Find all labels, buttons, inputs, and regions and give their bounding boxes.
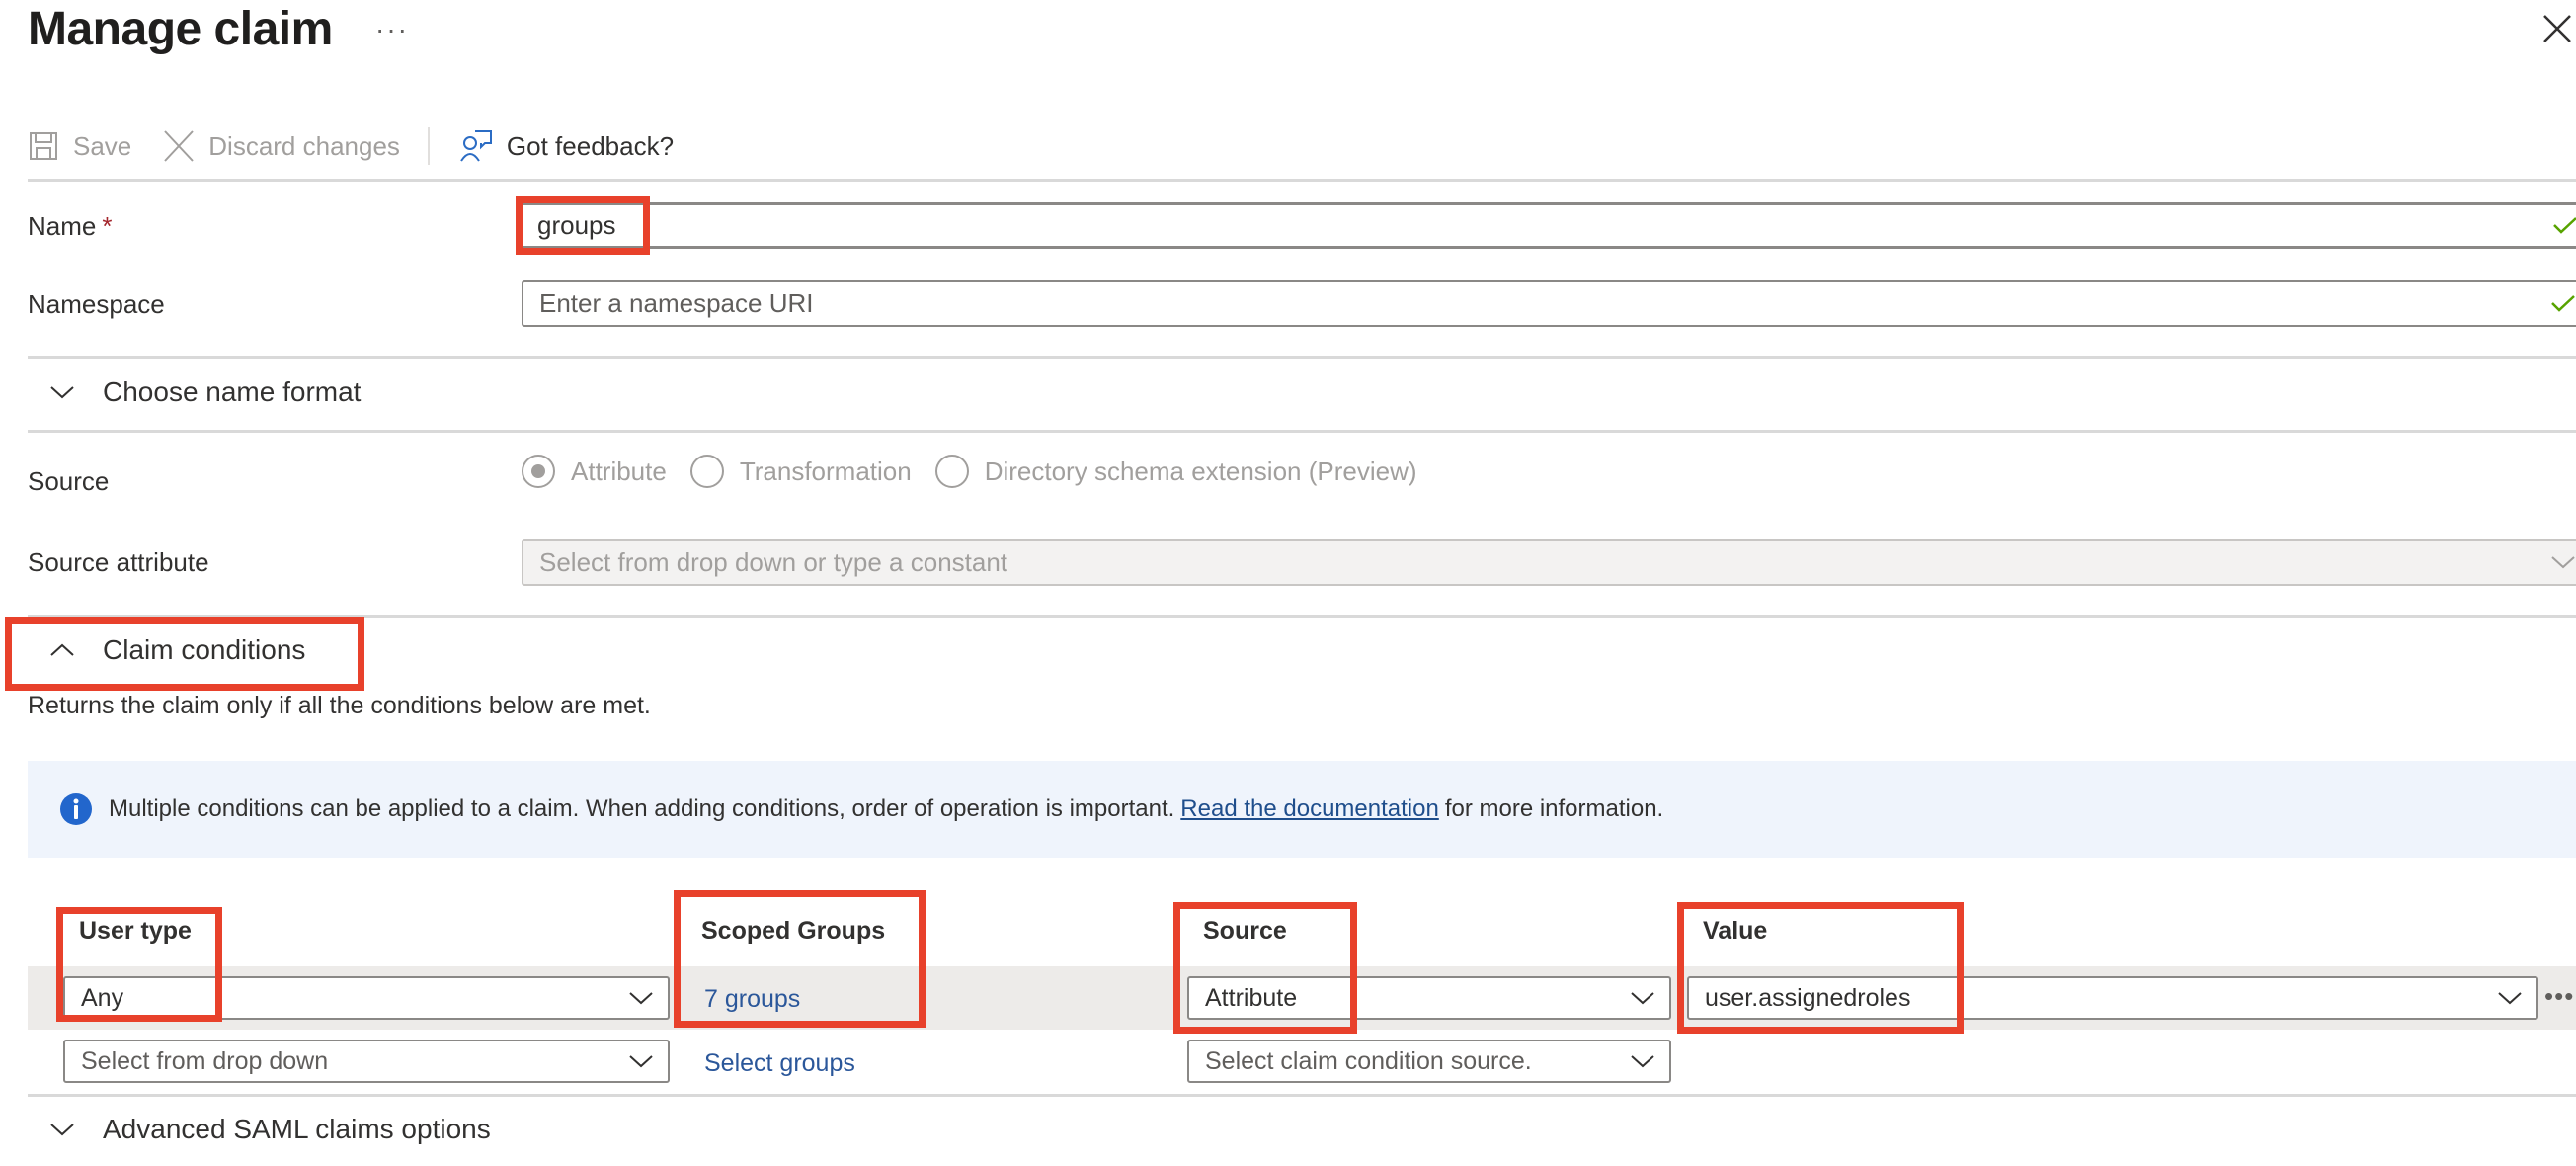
- column-header-user-type: User type: [79, 917, 192, 945]
- condition-value-dropdown[interactable]: user.assignedroles: [1687, 976, 2538, 1020]
- radio-unchecked-icon: [689, 455, 724, 488]
- chevron-down-icon: [629, 992, 653, 1005]
- discard-label: Discard changes: [208, 130, 400, 161]
- condition-source-placeholder: Select claim condition source.: [1205, 1046, 1532, 1075]
- select-groups-link[interactable]: Select groups: [704, 1049, 855, 1078]
- valid-check-icon: [2553, 217, 2576, 234]
- feedback-button[interactable]: Got feedback?: [459, 129, 674, 163]
- info-text-after: for more information.: [1444, 795, 1664, 822]
- namespace-placeholder: Enter a namespace URI: [539, 288, 814, 318]
- user-type-dropdown-new[interactable]: Select from drop down: [63, 1040, 670, 1083]
- radio-directory-schema-extension[interactable]: Directory schema extension (Preview): [934, 455, 1417, 488]
- radio-attribute[interactable]: Attribute: [522, 455, 667, 488]
- scoped-groups-link[interactable]: 7 groups: [704, 985, 800, 1014]
- chevron-down-icon: [50, 386, 74, 399]
- claim-conditions-description: Returns the claim only if all the condit…: [28, 692, 651, 719]
- choose-name-format-toggle[interactable]: Choose name format: [49, 376, 361, 408]
- source-attribute-label: Source attribute: [28, 547, 209, 577]
- user-type-dropdown[interactable]: Any: [63, 976, 670, 1020]
- info-icon: [60, 793, 92, 825]
- more-options-button[interactable]: ···: [375, 10, 409, 49]
- column-header-value: Value: [1703, 917, 1768, 945]
- save-button[interactable]: Save: [28, 130, 131, 162]
- advanced-saml-options-toggle[interactable]: Advanced SAML claims options: [49, 1114, 491, 1145]
- name-input[interactable]: groups: [522, 202, 2576, 249]
- source-attribute-placeholder: Select from drop down or type a constant: [539, 546, 1008, 577]
- chevron-down-icon: [2551, 556, 2575, 569]
- discard-changes-button[interactable]: Discard changes: [163, 129, 400, 163]
- divider: [28, 1094, 2576, 1097]
- source-attribute-select[interactable]: Select from drop down or type a constant: [522, 539, 2576, 586]
- condition-value: user.assignedroles: [1705, 983, 1911, 1012]
- name-label-text: Name: [28, 211, 97, 241]
- chevron-down-icon: [50, 1124, 74, 1136]
- command-bar: Save Discard changes Got feedback?: [28, 121, 705, 172]
- user-type-value: Any: [81, 983, 124, 1012]
- required-marker: *: [102, 211, 113, 241]
- column-header-source: Source: [1203, 917, 1287, 945]
- name-label: Name *: [28, 209, 112, 243]
- condition-source-value: Attribute: [1205, 983, 1298, 1012]
- chevron-down-icon: [2498, 992, 2522, 1005]
- source-radio-group: Attribute Transformation Directory schem…: [522, 455, 1441, 488]
- close-button[interactable]: [2538, 10, 2576, 47]
- chevron-down-icon: [1631, 1055, 1654, 1068]
- user-type-placeholder: Select from drop down: [81, 1046, 329, 1075]
- chevron-down-icon: [1631, 992, 1654, 1005]
- divider: [28, 615, 2576, 618]
- divider: [28, 356, 2576, 359]
- namespace-input[interactable]: Enter a namespace URI: [522, 280, 2576, 327]
- claim-conditions-label: Claim conditions: [103, 634, 306, 665]
- claim-conditions-toggle[interactable]: Claim conditions: [49, 634, 305, 666]
- toolbar-divider: [427, 127, 430, 165]
- row-more-options-button[interactable]: •••: [2544, 981, 2574, 1012]
- name-value: groups: [537, 209, 616, 240]
- radio-transformation[interactable]: Transformation: [689, 455, 912, 488]
- read-documentation-link[interactable]: Read the documentation: [1180, 795, 1439, 823]
- page-title: Manage claim: [28, 3, 333, 55]
- radio-label: Directory schema extension (Preview): [984, 456, 1417, 486]
- column-header-scoped-groups: Scoped Groups: [701, 917, 886, 945]
- radio-label: Attribute: [571, 456, 667, 486]
- choose-name-format-label: Choose name format: [103, 376, 362, 407]
- radio-label: Transformation: [739, 456, 912, 486]
- close-icon: [2543, 15, 2571, 42]
- save-label: Save: [73, 130, 132, 161]
- feedback-label: Got feedback?: [506, 130, 675, 161]
- condition-source-dropdown[interactable]: Attribute: [1187, 976, 1671, 1020]
- save-icon: [30, 132, 57, 160]
- advanced-saml-options-label: Advanced SAML claims options: [103, 1114, 491, 1144]
- radio-checked-icon: [522, 455, 555, 488]
- namespace-label: Namespace: [28, 290, 165, 319]
- source-label: Source: [28, 466, 110, 496]
- chevron-up-icon: [50, 643, 74, 656]
- info-text: Multiple conditions can be applied to a …: [109, 795, 1175, 822]
- radio-unchecked-icon: [934, 455, 969, 488]
- discard-icon: [164, 130, 194, 162]
- chevron-down-icon: [629, 1055, 653, 1068]
- info-message-bar: Multiple conditions can be applied to a …: [28, 761, 2576, 858]
- divider: [28, 179, 2576, 182]
- feedback-icon: [460, 130, 492, 162]
- valid-check-icon: [2551, 295, 2575, 312]
- divider: [28, 430, 2576, 433]
- condition-source-dropdown-new[interactable]: Select claim condition source.: [1187, 1040, 1671, 1083]
